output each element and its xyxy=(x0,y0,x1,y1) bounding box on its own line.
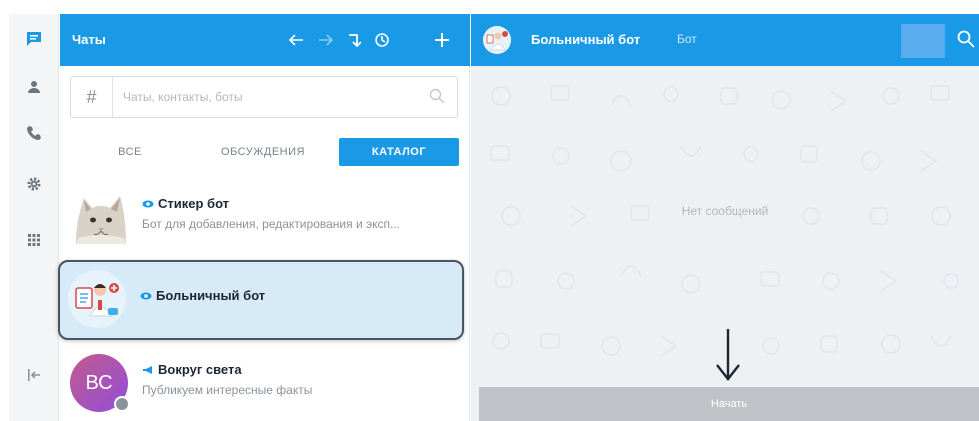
chat-title[interactable]: Больничный бот xyxy=(531,32,640,47)
chat-item-sticker-bot[interactable]: Стикер бот Бот для добавления, редактиро… xyxy=(60,178,470,258)
chat-name-text: Вокруг света xyxy=(158,362,242,377)
hash-icon: # xyxy=(71,77,113,117)
back-button[interactable] xyxy=(284,28,308,52)
doctor-avatar-icon xyxy=(483,26,511,54)
apps-grid-icon xyxy=(28,234,40,246)
chat-list-header: Чаты xyxy=(60,14,470,66)
channel-badge xyxy=(114,396,130,412)
tab-catalog[interactable]: КАТАЛОГ xyxy=(339,138,459,166)
search-box: # xyxy=(70,76,458,118)
chat-item-around-the-world[interactable]: ВС Вокруг света Публикуем интересные фак… xyxy=(60,344,470,421)
doctor-avatar-icon xyxy=(68,270,126,328)
plus-icon xyxy=(435,33,449,47)
phone-icon xyxy=(27,126,41,140)
person-icon xyxy=(28,81,40,93)
settings-nav-button[interactable] xyxy=(9,169,59,199)
avatar xyxy=(68,270,126,328)
arrow-left-icon xyxy=(288,34,303,46)
search-input[interactable] xyxy=(123,87,413,107)
chat-bubble-icon xyxy=(27,32,41,46)
history-button[interactable] xyxy=(370,28,394,52)
chat-header: Больничный бот Бот xyxy=(471,14,979,66)
chat-type-label: Бот xyxy=(677,32,697,46)
chat-name: Стикер бот xyxy=(142,196,229,211)
chats-nav-button[interactable] xyxy=(9,24,59,54)
cat-avatar-icon xyxy=(76,196,126,244)
arrow-right-icon xyxy=(319,34,334,46)
contacts-nav-button[interactable] xyxy=(9,72,59,102)
chat-name-text: Больничный бот xyxy=(156,288,266,303)
chat-avatar[interactable] xyxy=(483,26,511,54)
chat-description: Бот для добавления, редактирования и экс… xyxy=(142,217,400,231)
collapse-panel-button[interactable] xyxy=(9,360,59,390)
search-icon[interactable] xyxy=(957,30,975,48)
chat-item-hospital-bot[interactable]: Больничный бот xyxy=(58,260,464,340)
tab-all[interactable]: ВСЕ xyxy=(100,138,160,166)
avatar-initials: ВС xyxy=(85,371,113,394)
new-chat-button[interactable] xyxy=(430,28,454,52)
no-messages-text: Нет сообщений xyxy=(681,204,769,218)
left-rail xyxy=(9,14,59,421)
bot-icon xyxy=(142,200,154,207)
bot-icon xyxy=(140,292,152,299)
chat-tabs: ВСЕ ОБСУЖДЕНИЯ КАТАЛОГ xyxy=(60,138,470,166)
forward-button[interactable] xyxy=(314,28,338,52)
arrow-down-icon xyxy=(716,329,740,381)
search-icon[interactable] xyxy=(429,88,445,104)
chat-name-text: Стикер бот xyxy=(158,196,230,211)
calls-nav-button[interactable] xyxy=(9,118,59,148)
chat-name: Вокруг света xyxy=(142,362,242,377)
chat-area: Больничный бот Бот Нет сообщений Начать xyxy=(471,14,979,421)
history-icon xyxy=(375,33,389,47)
chat-description: Публикуем интересные факты xyxy=(142,383,313,397)
start-button[interactable]: Начать xyxy=(479,387,979,421)
gear-icon xyxy=(27,177,41,191)
chat-name: Больничный бот xyxy=(140,288,265,303)
apps-nav-button[interactable] xyxy=(9,225,59,255)
tab-discussions[interactable]: ОБСУЖДЕНИЯ xyxy=(208,138,318,166)
avatar xyxy=(70,188,128,246)
header-highlight-box xyxy=(901,24,945,58)
chat-list-title: Чаты xyxy=(72,32,106,47)
turn-arrow-icon xyxy=(349,34,361,48)
chat-list-panel: Чаты # ВСЕ ОБСУЖДЕНИЯ КАТАЛОГ xyxy=(58,14,470,421)
collapse-panel-icon xyxy=(28,369,40,381)
megaphone-icon xyxy=(143,365,152,374)
turn-button[interactable] xyxy=(342,28,366,52)
